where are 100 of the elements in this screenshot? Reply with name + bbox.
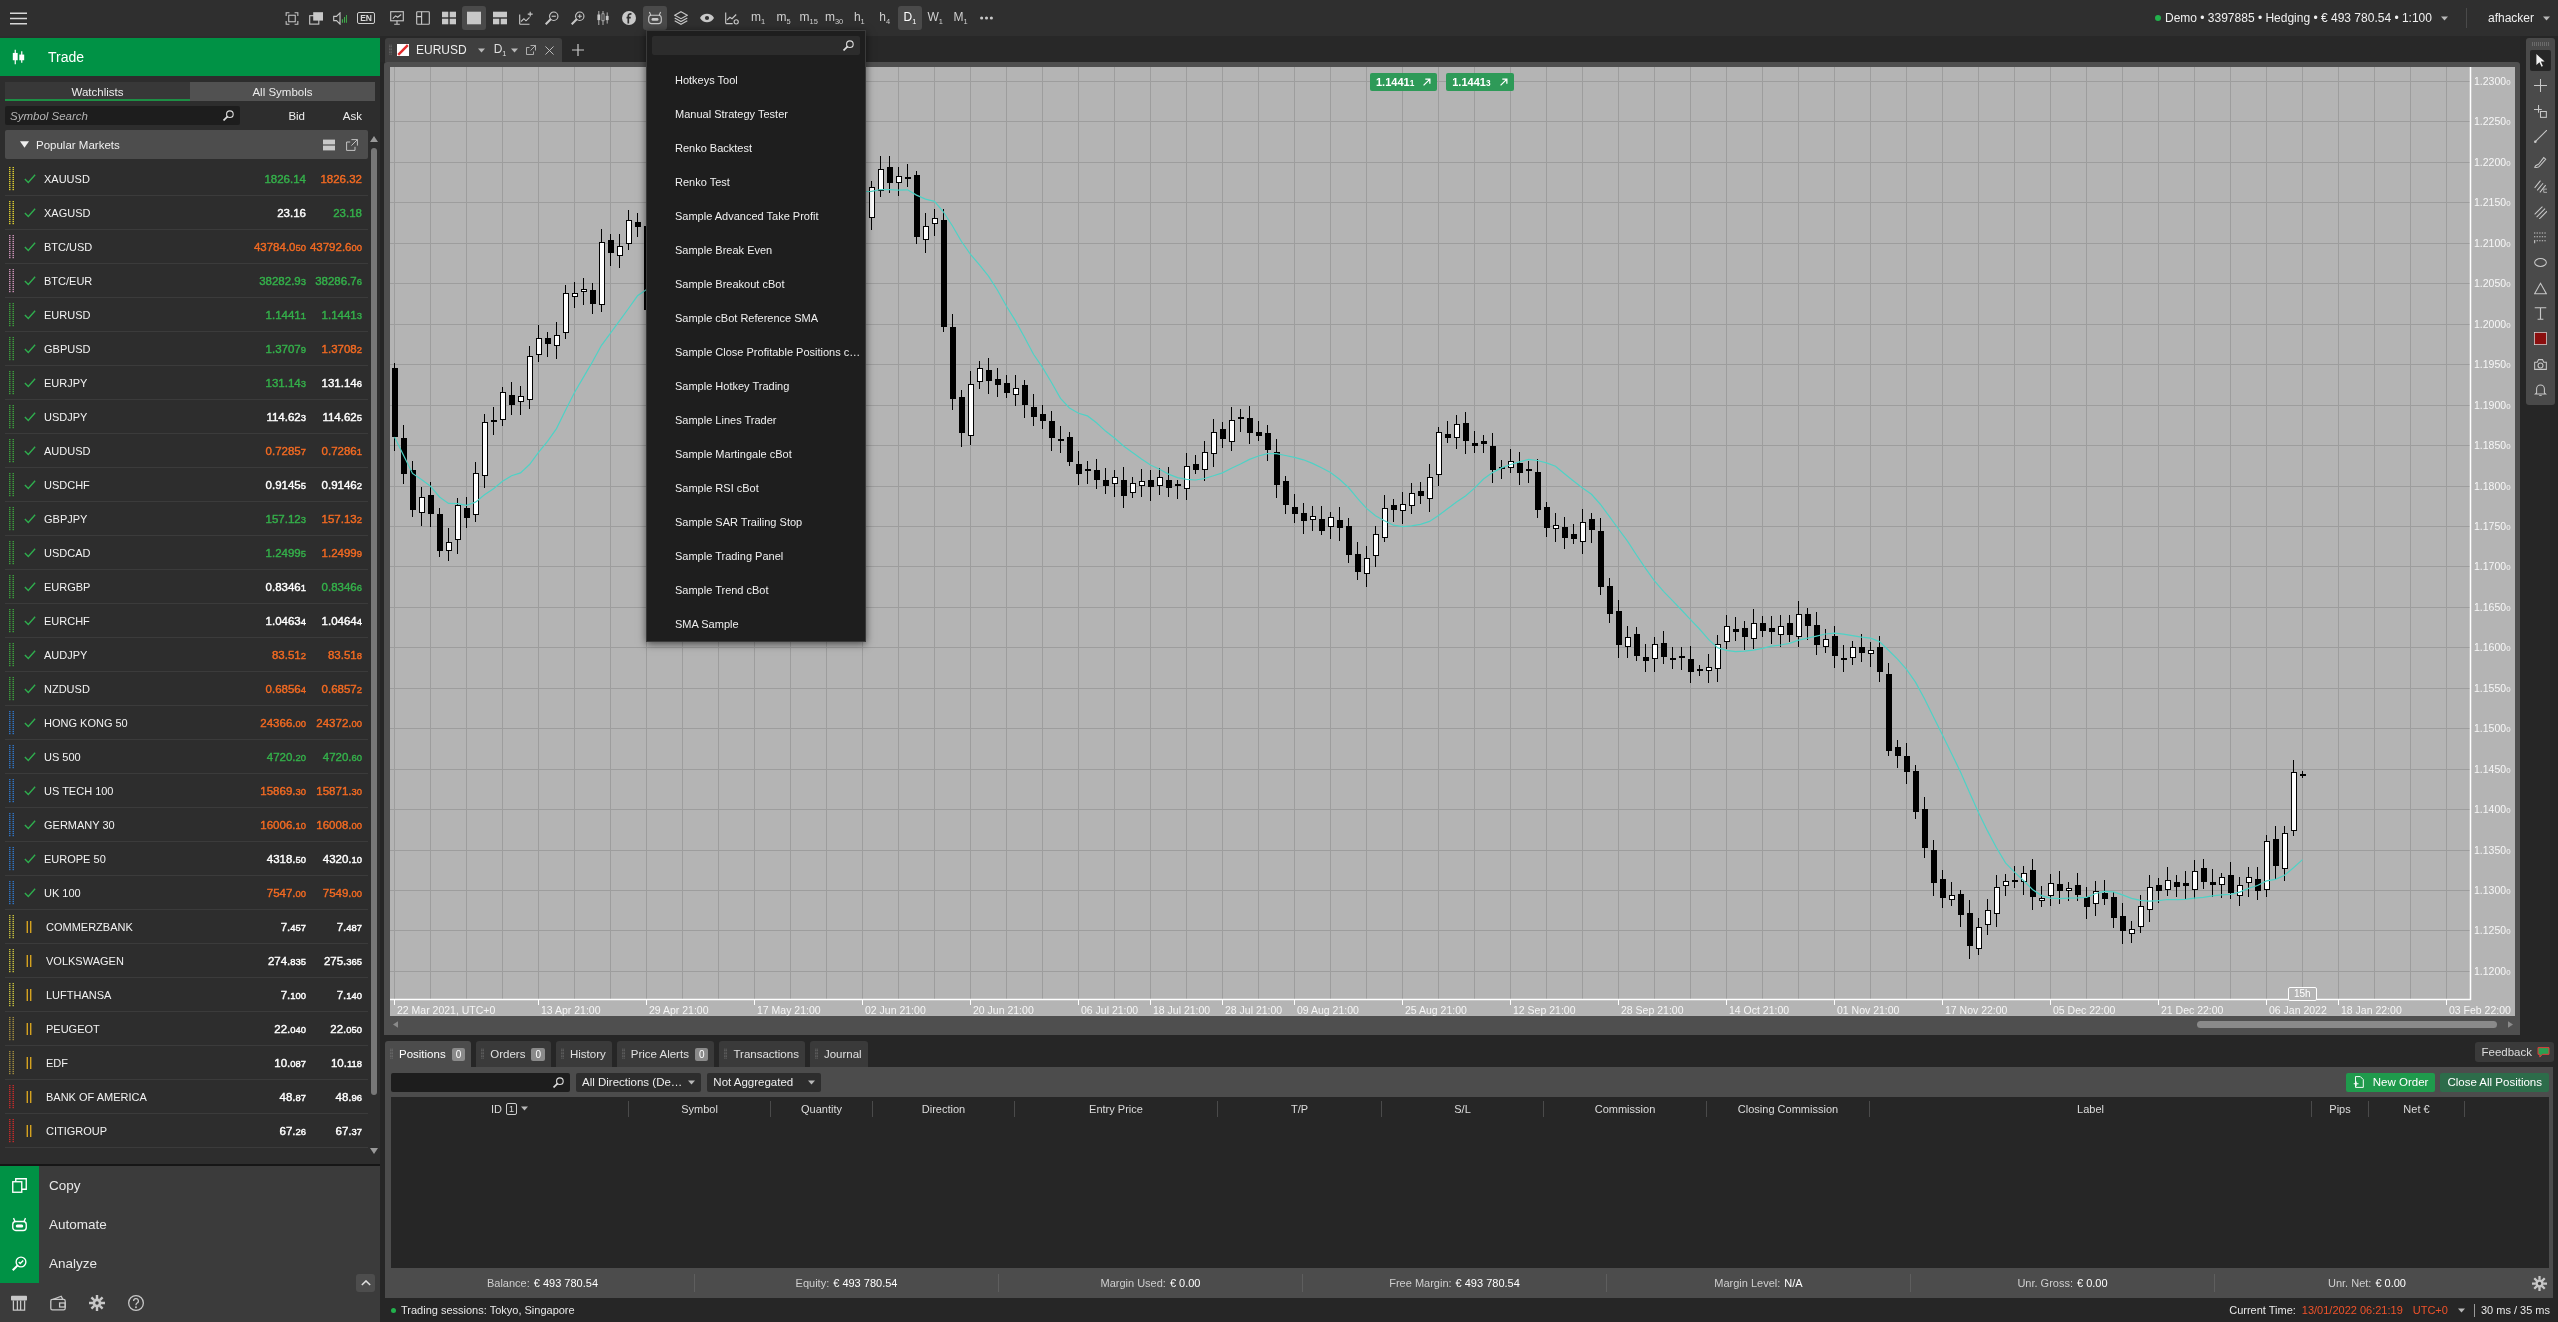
timeframe-button[interactable]: W$_{1}$: [923, 6, 948, 30]
bid-price[interactable]: 23.16: [277, 206, 306, 219]
timeframe-button[interactable]: m$_{5}$: [771, 6, 796, 30]
menu-item[interactable]: Sample Hotkey Trading: [647, 369, 865, 403]
column-header[interactable]: Quantity: [801, 1102, 842, 1115]
timeframe-button[interactable]: M$_{1}$: [948, 6, 973, 30]
watchlist-tab[interactable]: Watchlists: [5, 82, 190, 101]
menu-item[interactable]: Sample Breakout cBot: [647, 267, 865, 301]
menu-item[interactable]: Sample RSI cBot: [647, 471, 865, 505]
ask-price[interactable]: 1826.32: [320, 172, 362, 185]
settings-icon[interactable]: [89, 1294, 105, 1311]
column-header[interactable]: Pips: [2329, 1102, 2351, 1115]
nav-button[interactable]: Automate: [0, 1205, 380, 1244]
panel-tab[interactable]: Positions 0: [385, 1041, 472, 1067]
drawing-tool-button[interactable]: [2530, 50, 2551, 71]
column-header[interactable]: Label: [2077, 1102, 2104, 1115]
speaker-icon[interactable]: [333, 11, 348, 25]
language-button[interactable]: EN: [357, 12, 375, 24]
collapse-button[interactable]: [356, 1274, 375, 1292]
column-header[interactable]: Commission: [1594, 1102, 1656, 1115]
ask-price[interactable]: 23.18: [333, 206, 362, 219]
timezone-selector[interactable]: UTC+0: [2412, 1304, 2465, 1316]
windows-icon[interactable]: [309, 11, 324, 25]
close-all-button[interactable]: Close All Positions: [2440, 1072, 2549, 1092]
scroll-up-icon[interactable]: [370, 136, 378, 142]
scroll-down-icon[interactable]: [370, 1148, 378, 1154]
menu-icon[interactable]: [10, 11, 27, 25]
timeframe-button[interactable]: h$_{4}$: [872, 6, 897, 30]
timeframe-button[interactable]: m$_{15}$: [796, 6, 821, 30]
timeframe-button[interactable]: m$_{30}$: [822, 6, 847, 30]
account-summary[interactable]: Demo • 3397885 • Hedging • € 493 780.54 • 1:100: [2164, 11, 2432, 25]
column-header[interactable]: T/P: [1290, 1102, 1309, 1115]
scrollbar-thumb[interactable]: [2197, 1020, 2497, 1028]
caret-icon[interactable]: [2543, 15, 2550, 21]
filter-dropdown[interactable]: All Directions (De…: [576, 1072, 702, 1092]
menu-item[interactable]: Sample Lines Trader: [647, 403, 865, 437]
close-icon[interactable]: [545, 45, 554, 55]
search-field[interactable]: [391, 1072, 570, 1092]
grip-icon[interactable]: [2531, 42, 2550, 46]
plus-icon[interactable]: [572, 44, 584, 56]
column-header[interactable]: Direction: [921, 1102, 966, 1115]
column-header[interactable]: S/L: [1454, 1102, 1471, 1115]
menu-item[interactable]: Sample Martingale cBot: [647, 437, 865, 471]
popout-icon[interactable]: [346, 138, 358, 151]
panel-tab[interactable]: Orders 0: [476, 1041, 551, 1067]
trade-header[interactable]: Trade: [0, 38, 380, 76]
settings-icon[interactable]: [2532, 1275, 2547, 1291]
menu-item[interactable]: Renko Backtest: [647, 131, 865, 165]
watchlist-row[interactable]: XAUUSD 1826.14 1826.32: [5, 162, 368, 196]
group-header[interactable]: Popular Markets: [5, 130, 368, 159]
wallet-icon[interactable]: [50, 1294, 66, 1311]
scrollbar-thumb[interactable]: [371, 148, 377, 1095]
timeframe-button[interactable]: m$_{1}$: [746, 6, 771, 30]
menu-item[interactable]: Sample Trend cBot: [647, 573, 865, 607]
building-icon[interactable]: [11, 1294, 27, 1311]
menu-item[interactable]: SMA Sample: [647, 607, 865, 641]
panel-tab[interactable]: Journal: [809, 1041, 868, 1067]
menu-item[interactable]: Sample Break Even: [647, 233, 865, 267]
search-icon[interactable]: [223, 110, 234, 121]
timeframe-button[interactable]: h$_{1}$: [847, 6, 872, 30]
menu-item[interactable]: Hotkeys Tool: [647, 63, 865, 97]
popout-icon[interactable]: [526, 45, 536, 55]
toolbar-button[interactable]: [642, 6, 667, 30]
menu-item[interactable]: Sample SAR Trailing Stop: [647, 505, 865, 539]
chart-tab[interactable]: EURUSD D$_{1}$: [385, 38, 562, 62]
column-header[interactable]: Entry Price: [1089, 1102, 1143, 1115]
panel-tab[interactable]: History: [555, 1041, 612, 1067]
menu-item[interactable]: Sample cBot Reference SMA: [647, 301, 865, 335]
timeframe-button[interactable]: D$_{1}$: [897, 6, 922, 30]
symbol-search-field[interactable]: Symbol Search: [5, 106, 240, 125]
panel-tab[interactable]: Price Alerts 0: [616, 1041, 715, 1067]
caret-down-icon[interactable]: [20, 141, 29, 148]
panel-tab[interactable]: Transactions: [719, 1041, 805, 1067]
caret-icon[interactable]: [2440, 15, 2448, 21]
menu-item[interactable]: Renko Test: [647, 165, 865, 199]
new-order-button[interactable]: New Order: [2345, 1072, 2436, 1092]
menu-search-field[interactable]: [652, 36, 860, 55]
watchlist-row[interactable]: XAGUSD 23.16 23.18: [5, 196, 368, 230]
menu-item[interactable]: Sample Advanced Take Profit: [647, 199, 865, 233]
toolbar-button[interactable]: [462, 6, 487, 30]
price-button[interactable]: 1.1441$_{3}$: [1446, 73, 1514, 91]
list-view-icon[interactable]: [323, 138, 335, 151]
column-header[interactable]: Net €: [2403, 1102, 2430, 1115]
column-header[interactable]: ID: [491, 1102, 502, 1115]
feedback-button[interactable]: Feedback: [2475, 1042, 2554, 1062]
column-header[interactable]: Symbol: [681, 1102, 718, 1115]
search-icon[interactable]: [553, 1076, 564, 1088]
caret-icon[interactable]: [521, 1106, 528, 1111]
price-button[interactable]: 1.1441$_{1}$: [1370, 73, 1438, 91]
menu-item[interactable]: Manual Strategy Tester: [647, 97, 865, 131]
watchlist-tab[interactable]: All Symbols: [190, 82, 375, 101]
nav-button[interactable]: Analyze: [0, 1244, 380, 1283]
help-icon[interactable]: [128, 1294, 144, 1311]
menu-item[interactable]: Sample Trading Panel: [647, 539, 865, 573]
column-header[interactable]: Closing Commission: [1737, 1102, 1839, 1115]
user-name[interactable]: afhacker: [2487, 11, 2534, 25]
nav-button[interactable]: Copy: [0, 1166, 380, 1205]
timeframe-selector[interactable]: D$_{1}$: [493, 42, 519, 58]
menu-item[interactable]: Sample Close Profitable Positions c…: [647, 335, 865, 369]
fullscreen-icon[interactable]: [285, 11, 300, 25]
